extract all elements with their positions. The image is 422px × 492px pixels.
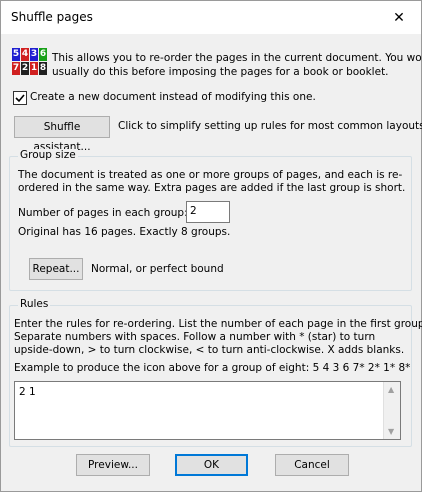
rules-desc-3: upside-down, > to turn clockwise, < to t…: [14, 344, 405, 356]
shuffle-assistant-button[interactable]: Shuffle assistant...: [14, 116, 110, 153]
icon-cell: 7: [12, 62, 20, 75]
pages-per-group-input[interactable]: 2: [186, 201, 230, 223]
scroll-up-icon[interactable]: ▲: [388, 385, 394, 394]
rules-legend: Rules: [18, 298, 51, 310]
rules-textarea[interactable]: 2 1 ▲ ▼: [14, 381, 401, 440]
new-document-checkbox[interactable]: [13, 91, 27, 105]
icon-cell: 4: [21, 48, 29, 61]
icon-cell: 6: [39, 48, 47, 61]
repeat-button[interactable]: Repeat...: [29, 258, 83, 280]
icon-cell: 5: [12, 48, 20, 61]
rules-example: Example to produce the icon above for a …: [14, 362, 411, 374]
pages-per-group-label: Number of pages in each group:: [18, 207, 188, 219]
checkmark-icon: [15, 94, 25, 103]
cancel-button[interactable]: Cancel: [275, 454, 349, 476]
rules-value: 2 1: [19, 386, 36, 398]
close-button[interactable]: ✕: [377, 1, 421, 34]
close-icon: ✕: [393, 9, 405, 26]
icon-cell: 3: [30, 48, 38, 61]
group-summary: Original has 16 pages. Exactly 8 groups.: [18, 226, 231, 238]
new-document-label[interactable]: Create a new document instead of modifyi…: [30, 91, 316, 103]
scroll-down-icon[interactable]: ▼: [388, 427, 394, 436]
repeat-mode-text: Normal, or perfect bound: [91, 263, 224, 275]
rules-scrollbar[interactable]: ▲ ▼: [383, 382, 400, 439]
rules-desc-2: Separate numbers with spaces. Follow a n…: [14, 331, 376, 343]
assistant-hint: Click to simplify setting up rules for m…: [118, 120, 422, 132]
intro-text-line-1: This allows you to re-order the pages in…: [52, 52, 422, 64]
group-size-desc-2: ordered in the same way. Extra pages are…: [18, 182, 406, 194]
shuffle-pages-dialog: Shuffle pages ✕ 5 4 3 6 7 2 1 8 This all…: [0, 0, 422, 492]
dialog-title: Shuffle pages: [11, 10, 93, 24]
group-size-legend: Group size: [18, 149, 78, 161]
icon-cell: 8: [39, 62, 47, 75]
page-order-icon: 5 4 3 6 7 2 1 8: [12, 48, 47, 76]
title-bar: Shuffle pages ✕: [1, 1, 421, 34]
rules-desc-1: Enter the rules for re-ordering. List th…: [14, 318, 422, 330]
preview-button[interactable]: Preview...: [76, 454, 150, 476]
icon-cell: 2: [21, 62, 29, 75]
icon-cell: 1: [30, 62, 38, 75]
ok-button[interactable]: OK: [175, 454, 248, 476]
intro-text-line-2: usually do this before imposing the page…: [52, 66, 389, 78]
group-size-desc-1: The document is treated as one or more g…: [18, 169, 403, 181]
